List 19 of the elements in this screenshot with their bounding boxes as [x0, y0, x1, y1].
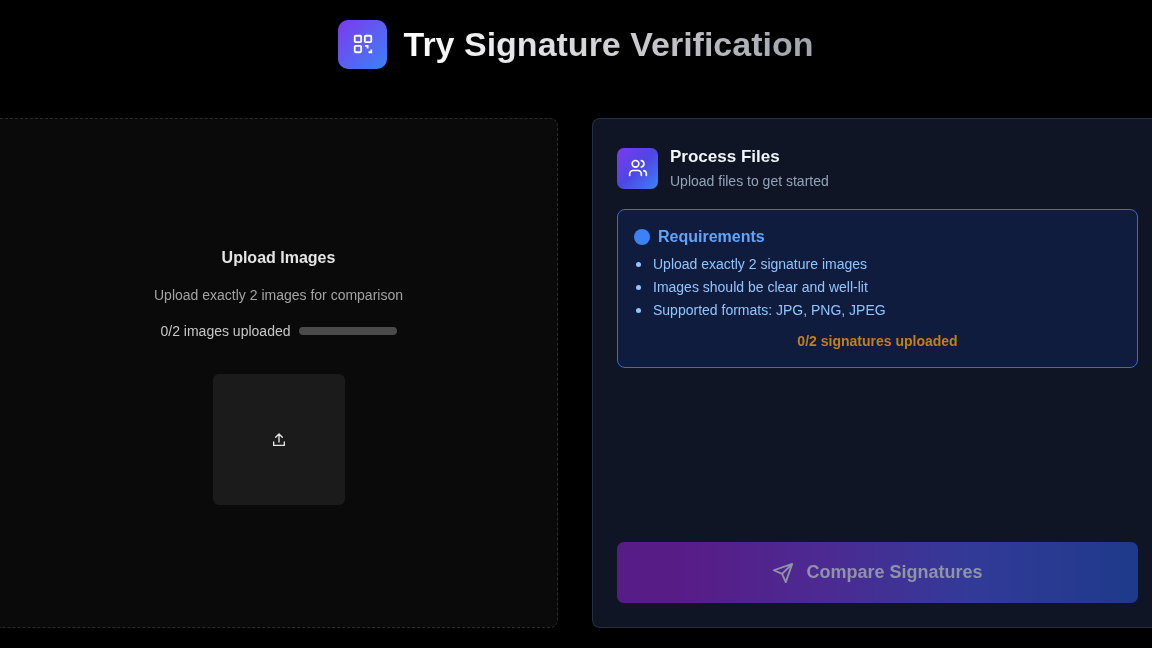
bullet-icon: [636, 261, 641, 267]
requirement-item: Upload exactly 2 signature images: [653, 256, 867, 272]
upload-icon: [270, 431, 287, 448]
requirement-item: Images should be clear and well-lit: [653, 279, 868, 295]
upload-dropzone[interactable]: [212, 374, 345, 505]
progress-label: 0/2 images uploaded: [160, 323, 291, 339]
info-dot-icon: [634, 229, 650, 245]
upload-status: 0/2 signatures uploaded: [797, 333, 958, 349]
upload-title: Upload Images: [221, 249, 336, 267]
send-icon: [772, 561, 795, 584]
upload-subtitle: Upload exactly 2 images for comparison: [154, 287, 403, 303]
users-icon: [617, 147, 658, 189]
bullet-icon: [636, 307, 641, 313]
requirements-title: Requirements: [658, 228, 765, 246]
bullet-icon: [636, 284, 641, 290]
logo-icon: [338, 19, 388, 69]
requirement-item: Supported formats: JPG, PNG, JPEG: [653, 302, 886, 318]
panel-title: Process Files: [670, 147, 781, 167]
panel-subtitle: Upload files to get started: [670, 173, 829, 189]
